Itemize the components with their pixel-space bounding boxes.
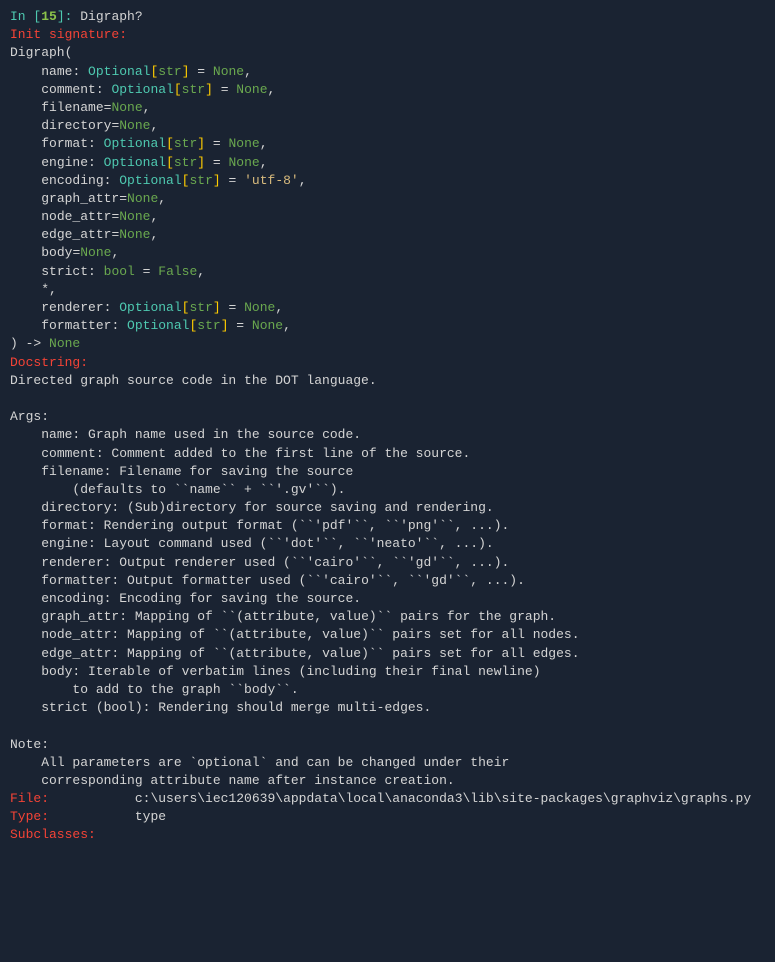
arg-node-attr: node_attr: Mapping of ``(attribute, valu… — [41, 627, 579, 642]
subclasses-header: Subclasses: — [10, 827, 96, 842]
param-filename: filename — [41, 100, 103, 115]
param-body: body — [41, 245, 72, 260]
class-name: Digraph — [10, 45, 65, 60]
param-formatter: formatter — [41, 318, 111, 333]
arg-body: body: Iterable of verbatim lines (includ… — [41, 664, 540, 679]
arg-filename-cont: (defaults to ``name`` + ``'.gv'``). — [72, 482, 345, 497]
init-signature-header: Init signature: — [10, 27, 127, 42]
param-edge-attr: edge_attr — [41, 227, 111, 242]
note-line2: corresponding attribute name after insta… — [41, 773, 454, 788]
arg-edge-attr: edge_attr: Mapping of ``(attribute, valu… — [41, 646, 579, 661]
arg-graph-attr: graph_attr: Mapping of ``(attribute, val… — [41, 609, 556, 624]
arg-filename: filename: Filename for saving the source — [41, 464, 353, 479]
prompt-in-label: In — [10, 9, 33, 24]
param-graph-attr: graph_attr — [41, 191, 119, 206]
param-format: format — [41, 136, 88, 151]
param-encoding: encoding — [41, 173, 103, 188]
arg-encoding: encoding: Encoding for saving the source… — [41, 591, 361, 606]
type-header: Type: — [10, 809, 49, 824]
arg-format: format: Rendering output format (``'pdf'… — [41, 518, 509, 533]
args-header: Args: — [10, 409, 49, 424]
arg-body-cont: to add to the graph ``body``. — [72, 682, 298, 697]
param-directory: directory — [41, 118, 111, 133]
param-name: name — [41, 64, 72, 79]
param-strict: strict — [41, 264, 88, 279]
note-line1: All parameters are `optional` and can be… — [41, 755, 509, 770]
arg-renderer: renderer: Output renderer used (``'cairo… — [41, 555, 509, 570]
note-header: Note: — [10, 737, 49, 752]
param-node-attr: node_attr — [41, 209, 111, 224]
input-query[interactable]: Digraph? — [80, 9, 142, 24]
file-path: c:\users\iec120639\appdata\local\anacond… — [135, 791, 751, 806]
doc-summary: Directed graph source code in the DOT la… — [10, 373, 377, 388]
param-comment: comment — [41, 82, 96, 97]
param-renderer: renderer — [41, 300, 103, 315]
prompt-bracket-close: ]: — [57, 9, 80, 24]
param-engine: engine — [41, 155, 88, 170]
arg-engine: engine: Layout command used (``'dot'``, … — [41, 536, 493, 551]
arg-formatter: formatter: Output formatter used (``'cai… — [41, 573, 525, 588]
prompt-number: 15 — [41, 9, 57, 24]
arg-comment: comment: Comment added to the first line… — [41, 446, 470, 461]
docstring-header: Docstring: — [10, 355, 88, 370]
arg-strict: strict (bool): Rendering should merge mu… — [41, 700, 431, 715]
param-star: *, — [41, 282, 57, 297]
file-header: File: — [10, 791, 49, 806]
arg-directory: directory: (Sub)directory for source sav… — [41, 500, 493, 515]
type-value: type — [135, 809, 166, 824]
arg-name: name: Graph name used in the source code… — [41, 427, 361, 442]
